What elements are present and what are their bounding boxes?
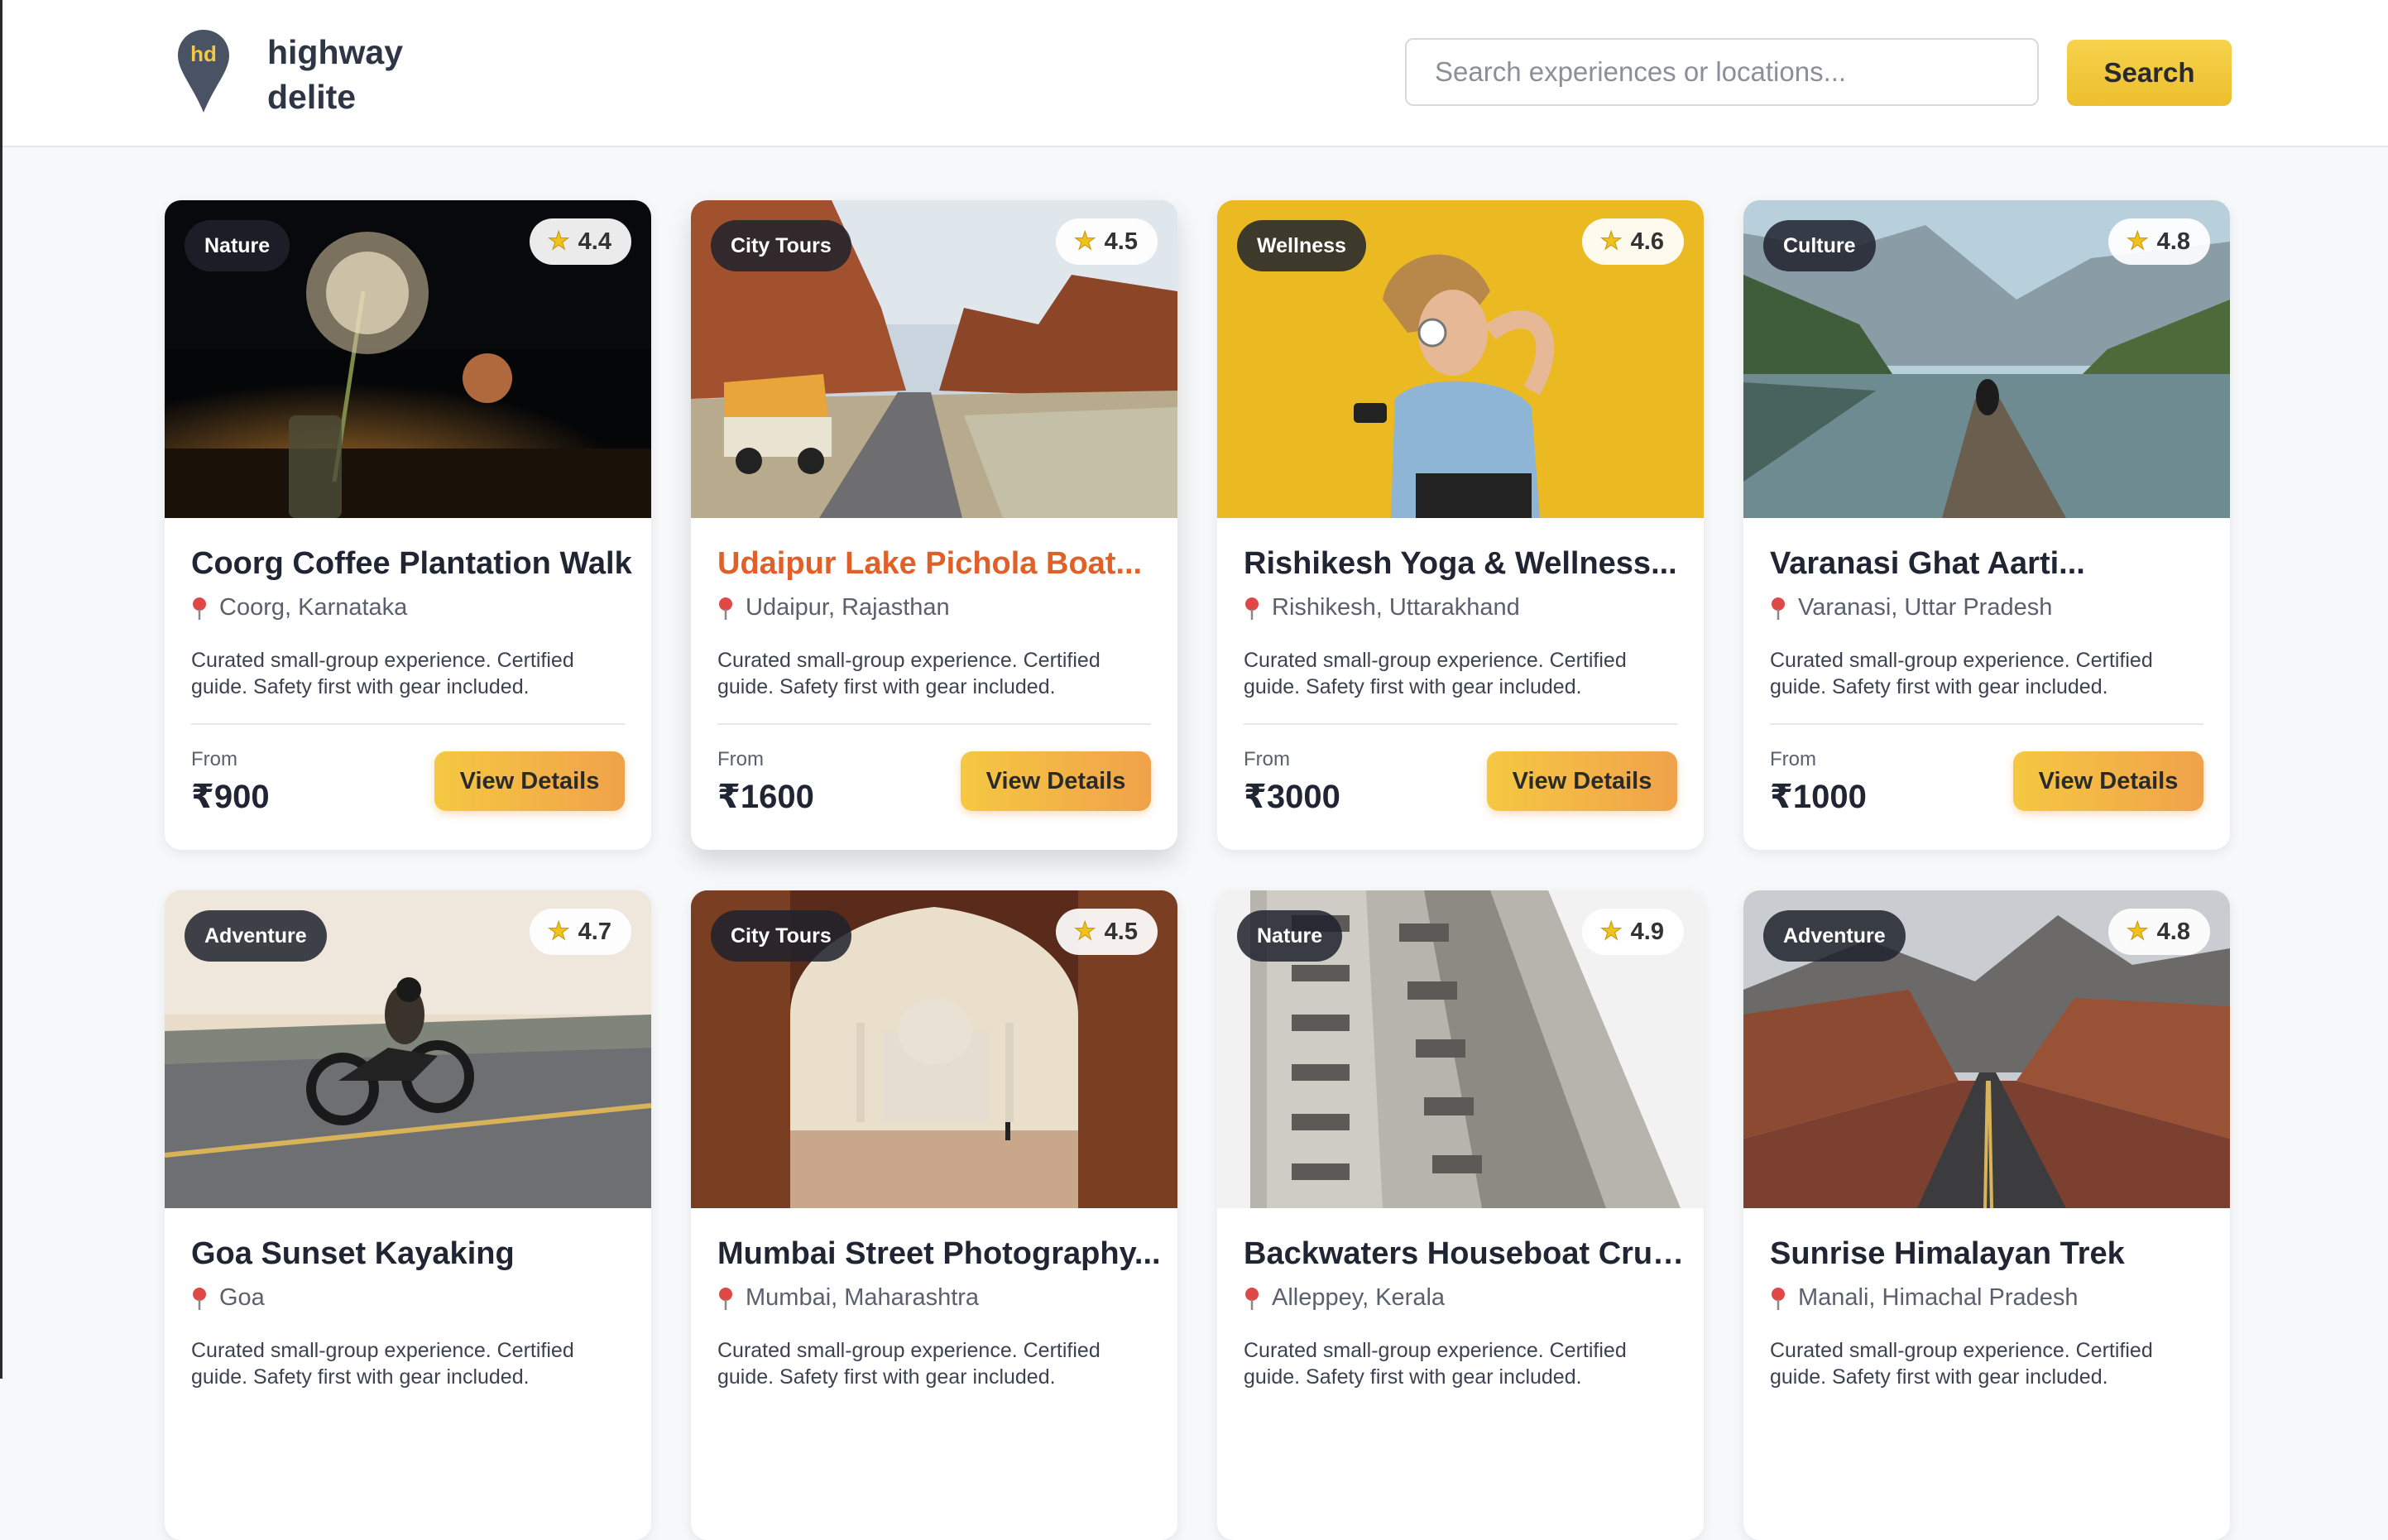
price-from-label: From	[1244, 748, 1290, 770]
location-pin-icon	[193, 1287, 206, 1310]
price-value: ₹1000	[1770, 779, 1867, 815]
category-badge: Nature	[185, 220, 290, 271]
card-title[interactable]: Coorg Coffee Plantation Walk	[191, 546, 638, 582]
card-description: Curated small-group experience. Certifie…	[1770, 1339, 2153, 1389]
rating-badge: ★ 4.8	[2107, 218, 2210, 265]
star-icon: ★	[1073, 918, 1096, 946]
search-input[interactable]	[1405, 38, 2039, 106]
experience-card[interactable]: City Tours ★ 4.5 Mumbai Street Photograph…	[691, 890, 1177, 1540]
divider	[191, 723, 625, 725]
location-pin-icon	[719, 597, 732, 620]
card-title[interactable]: Varanasi Ghat Aarti...	[1770, 546, 2217, 582]
price-from-label: From	[1770, 748, 1816, 770]
category-badge: City Tours	[711, 220, 851, 271]
divider	[1244, 723, 1677, 725]
price-from-label: From	[717, 748, 764, 770]
price-value: ₹3000	[1244, 779, 1340, 815]
star-icon: ★	[547, 918, 570, 946]
card-description: Curated small-group experience. Certifie…	[1244, 649, 1627, 698]
rating-badge: ★ 4.8	[2107, 909, 2210, 955]
rating-badge: ★ 4.5	[1055, 909, 1158, 955]
card-description: Curated small-group experience. Certifie…	[1770, 649, 2153, 698]
experience-card[interactable]: Adventure ★ 4.8 Sunrise Himalayan Trek Ma…	[1743, 890, 2230, 1540]
star-icon: ★	[1599, 918, 1623, 946]
experience-card[interactable]: City Tours ★ 4.5 Udaipur Lake Pichola Boa…	[691, 200, 1177, 850]
location-pin-icon	[1245, 597, 1259, 620]
star-icon: ★	[2126, 918, 2149, 946]
star-icon: ★	[2126, 228, 2149, 256]
experience-card[interactable]: Wellness ★ 4.6 Rishikesh Yoga & Wellness.…	[1217, 200, 1704, 850]
rating-badge: ★ 4.5	[1055, 218, 1158, 265]
experience-card[interactable]: Nature ★ 4.9 Backwaters Houseboat Cruise …	[1217, 890, 1704, 1540]
star-icon: ★	[547, 228, 570, 256]
star-icon: ★	[1073, 228, 1096, 256]
card-location: Coorg, Karnataka	[191, 594, 407, 621]
experience-card[interactable]: Culture ★ 4.8 Varanasi Ghat Aarti... Vara…	[1743, 200, 2230, 850]
card-title[interactable]: Mumbai Street Photography...	[717, 1236, 1164, 1272]
divider	[1770, 723, 2203, 725]
location-pin-icon	[1772, 1287, 1785, 1310]
rating-badge: ★ 4.9	[1581, 909, 1684, 955]
star-icon: ★	[1599, 228, 1623, 256]
card-description: Curated small-group experience. Certifie…	[191, 1339, 574, 1389]
card-description: Curated small-group experience. Certifie…	[717, 649, 1100, 698]
window-edge	[0, 0, 2, 1379]
experience-card[interactable]: Adventure ★ 4.7 Goa Sunset Kayaking Goa C…	[165, 890, 651, 1540]
view-details-button[interactable]: View Details	[1487, 751, 1677, 811]
category-badge: City Tours	[711, 910, 851, 962]
price-value: ₹1600	[717, 779, 814, 815]
rating-badge: ★ 4.7	[529, 909, 631, 955]
card-title[interactable]: Udaipur Lake Pichola Boat...	[717, 546, 1164, 582]
card-location: Varanasi, Uttar Pradesh	[1770, 594, 2052, 621]
rating-badge: ★ 4.4	[529, 218, 631, 265]
card-description: Curated small-group experience. Certifie…	[191, 649, 574, 698]
top-header: hd highway delite Search	[2, 0, 2388, 147]
brand-logo[interactable]: hd highway delite	[176, 28, 403, 119]
rating-badge: ★ 4.6	[1581, 218, 1684, 265]
location-pin-icon	[193, 597, 206, 620]
location-pin-icon	[719, 1287, 732, 1310]
category-badge: Culture	[1763, 220, 1876, 271]
category-badge: Adventure	[1763, 910, 1906, 962]
card-location: Mumbai, Maharashtra	[717, 1284, 979, 1312]
category-badge: Wellness	[1237, 220, 1366, 271]
view-details-button[interactable]: View Details	[2013, 751, 2203, 811]
svg-text:hd: hd	[190, 41, 217, 66]
category-badge: Adventure	[185, 910, 327, 962]
card-title[interactable]: Backwaters Houseboat Cruise	[1244, 1236, 1690, 1272]
card-description: Curated small-group experience. Certifie…	[1244, 1339, 1627, 1389]
brand-name: highway delite	[267, 33, 404, 116]
search-button[interactable]: Search	[2067, 40, 2232, 106]
location-pin-icon	[1245, 1287, 1259, 1310]
view-details-button[interactable]: View Details	[434, 751, 625, 811]
category-badge: Nature	[1237, 910, 1343, 962]
card-location: Udaipur, Rajasthan	[717, 594, 950, 621]
experience-card[interactable]: Nature ★ 4.4 Coorg Coffee Plantation Walk…	[165, 200, 651, 850]
location-pin-icon	[1772, 597, 1785, 620]
card-location: Rishikesh, Uttarakhand	[1244, 594, 1520, 621]
card-location: Manali, Himachal Pradesh	[1770, 1284, 2078, 1312]
card-title[interactable]: Goa Sunset Kayaking	[191, 1236, 638, 1272]
view-details-button[interactable]: View Details	[961, 751, 1151, 811]
card-location: Goa	[191, 1284, 265, 1312]
price-value: ₹900	[191, 779, 270, 815]
card-description: Curated small-group experience. Certifie…	[717, 1339, 1100, 1389]
card-location: Alleppey, Kerala	[1244, 1284, 1445, 1312]
divider	[717, 723, 1151, 725]
card-title[interactable]: Rishikesh Yoga & Wellness...	[1244, 546, 1690, 582]
price-from-label: From	[191, 748, 237, 770]
card-title[interactable]: Sunrise Himalayan Trek	[1770, 1236, 2217, 1272]
map-pin-logo-icon: hd	[178, 30, 229, 113]
